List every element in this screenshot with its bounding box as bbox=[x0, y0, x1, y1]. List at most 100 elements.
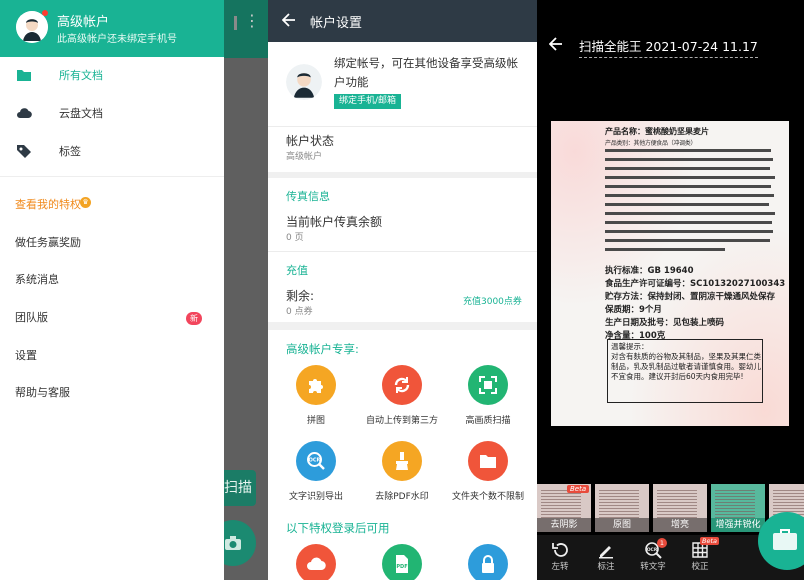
tool-label: 标注 bbox=[597, 562, 615, 572]
drawer-item-cloud-docs[interactable]: 云盘文档 bbox=[0, 95, 224, 131]
cloud-icon bbox=[17, 108, 32, 119]
cloud-icon bbox=[307, 557, 326, 571]
hd-scan-icon bbox=[479, 376, 497, 394]
doc-notice-box: 温馨提示： 对含有麸质的谷物及其制品，坚果及其果仁类 制品，乳及乳制品过敏者请谨… bbox=[607, 339, 763, 403]
feature-cloud[interactable] bbox=[271, 544, 361, 580]
bind-phone-email-button[interactable]: 绑定手机/邮箱 bbox=[334, 94, 402, 109]
recharge-section-title: 充值 bbox=[286, 264, 308, 277]
pdf-icon: PDF bbox=[396, 555, 408, 573]
user-avatar-icon bbox=[286, 64, 322, 100]
doc-batch: 生产日期及批号：见包装上喷码 bbox=[605, 318, 725, 328]
puzzle-icon bbox=[309, 379, 323, 393]
status-title: 帐户状态 bbox=[286, 134, 335, 148]
drawer-item-privileges[interactable]: 查看我的特权 ♛ bbox=[0, 186, 224, 222]
feature-unlimited-folders[interactable]: 文件夹个数不限制 bbox=[443, 441, 533, 502]
feature-label: 文字识别导出 bbox=[288, 492, 343, 502]
feature-pdf[interactable]: PDF bbox=[357, 544, 447, 580]
back-arrow-icon[interactable] bbox=[282, 13, 296, 27]
feature-label: 文件夹个数不限制 bbox=[451, 492, 524, 502]
navigation-drawer: 高级帐户 此高级帐户还未绑定手机号 所有文档 云盘文档 标签 查看我的特权 ♛ … bbox=[0, 0, 224, 580]
drawer-item-team[interactable]: 团队版 新 bbox=[0, 299, 224, 335]
drawer-item-label: 帮助与客服 bbox=[15, 386, 70, 399]
rotate-left-button[interactable]: 左转 bbox=[540, 541, 580, 572]
recharge-section: 充值 剩余: 0 点券 bbox=[268, 252, 537, 322]
feature-remove-watermark[interactable]: 去除PDF水印 bbox=[357, 441, 447, 502]
drawer-item-tasks[interactable]: 做任务赢奖励 bbox=[0, 224, 224, 260]
ocr-button[interactable]: OCR 1 转文字 bbox=[633, 538, 673, 572]
feature-label: 高画质扫描 bbox=[465, 416, 511, 426]
drawer-item-help[interactable]: 帮助与客服 bbox=[0, 374, 224, 410]
doc-storage: 贮存方法：保持封闭、置阴凉干燥通风处保存 bbox=[605, 292, 776, 302]
drawer-item-label: 查看我的特权 bbox=[15, 198, 81, 211]
remaining-value: 0 点券 bbox=[286, 307, 313, 317]
account-type-title: 高级帐户 bbox=[57, 15, 110, 30]
fax-section: 传真信息 当前帐户传真余额 0 页 bbox=[268, 178, 537, 251]
doc-product-name: 产品名称：蜜桃酸奶坚果麦片 bbox=[605, 127, 709, 136]
drawer-item-tags[interactable]: 标签 bbox=[0, 133, 224, 169]
annotate-button[interactable]: 标注 bbox=[586, 541, 626, 572]
back-arrow-icon[interactable] bbox=[549, 37, 563, 51]
feature-label: 自动上传到第三方 bbox=[365, 416, 438, 426]
drawer-item-settings[interactable]: 设置 bbox=[0, 337, 224, 373]
drawer-header[interactable]: 高级帐户 此高级帐户还未绑定手机号 bbox=[0, 0, 224, 57]
login-section-title: 以下特权登录后可用 bbox=[286, 521, 390, 535]
folder-icon bbox=[480, 455, 496, 468]
filter-label: 原图 bbox=[595, 518, 649, 532]
premium-section-title: 高级帐户专享: bbox=[286, 342, 359, 356]
avatar bbox=[286, 64, 322, 100]
remaining-title: 剩余: bbox=[286, 289, 315, 303]
feature-lock[interactable] bbox=[443, 544, 533, 580]
feature-hd-scan[interactable]: 高画质扫描 bbox=[443, 365, 533, 426]
correct-button[interactable]: Beta 校正 bbox=[680, 537, 720, 572]
doc-standard: 执行标准：GB 19640 bbox=[605, 266, 694, 276]
drawer-item-label: 做任务赢奖励 bbox=[15, 236, 81, 249]
account-status-row: 帐户状态 高级帐户 bbox=[268, 127, 537, 172]
account-bind-hint: 此高级帐户还未绑定手机号 bbox=[57, 34, 177, 45]
account-settings-screen: 帐户设置 绑定帐号，可在其他设备享受高级帐户功能 绑定手机/邮箱 帐户状态 高级… bbox=[268, 0, 537, 580]
drawer-item-label: 标签 bbox=[59, 145, 81, 158]
filter-original[interactable]: 原图 bbox=[595, 484, 649, 532]
drawer-item-label: 云盘文档 bbox=[59, 107, 103, 120]
filter-label: 增亮 bbox=[653, 518, 707, 532]
scanner-screen: 扫描全能王 2021-07-24 11.17 产品名称：蜜桃酸奶坚果麦片 产品类… bbox=[537, 0, 804, 580]
filter-label: 去阴影 bbox=[537, 518, 591, 532]
premium-features-section: 高级帐户专享: 拼图 自动上传到第三方 高画质扫描 OCR 文字识别导出 去除P… bbox=[268, 330, 537, 580]
filter-brighten[interactable]: 增亮 bbox=[653, 484, 707, 532]
feature-label: 拼图 bbox=[306, 416, 325, 426]
bind-prompt: 绑定帐号，可在其他设备享受高级帐户功能 bbox=[334, 56, 518, 89]
more-menu-icon[interactable]: ⋮ bbox=[244, 13, 260, 29]
beta-badge: Beta bbox=[700, 537, 719, 545]
filter-enhance-sharpen[interactable]: 增强并锐化 bbox=[711, 484, 765, 532]
drawer-screen: ⋮ 扫描 高级帐户 此高级帐户还未绑定手机号 所有文档 云盘文档 标签 查看我的… bbox=[0, 0, 268, 580]
drawer-item-label: 所有文档 bbox=[59, 69, 103, 82]
feature-auto-upload[interactable]: 自动上传到第三方 bbox=[357, 365, 447, 426]
document-title[interactable]: 扫描全能王 2021-07-24 11.17 bbox=[579, 36, 758, 58]
background-toolbar-divider bbox=[234, 16, 237, 30]
svg-text:OCR: OCR bbox=[647, 547, 658, 553]
rotate-left-icon bbox=[552, 543, 568, 557]
drawer-item-label: 团队版 bbox=[15, 311, 48, 324]
drawer-item-all-docs[interactable]: 所有文档 bbox=[0, 57, 224, 93]
new-badge: 新 bbox=[186, 312, 202, 325]
feature-puzzle[interactable]: 拼图 bbox=[271, 365, 361, 426]
svg-text:OCR: OCR bbox=[309, 458, 321, 464]
feature-label: 去除PDF水印 bbox=[375, 492, 429, 502]
drawer-item-messages[interactable]: 系统消息 bbox=[0, 261, 224, 297]
recharge-link[interactable]: 充值3000点券 bbox=[463, 294, 522, 307]
ocr-count-badge: 1 bbox=[657, 538, 667, 548]
doc-notice-line: 对含有麸质的谷物及其制品，坚果及其果仁类 bbox=[611, 352, 761, 361]
drawer-item-label: 系统消息 bbox=[15, 273, 59, 286]
filter-remove-shadow[interactable]: Beta 去阴影 bbox=[537, 484, 591, 532]
doc-notice-line: 不宜食用。建议开封后60天内食用完毕! bbox=[611, 372, 744, 381]
doc-license: 食品生产许可证编号：SC10132027100343 bbox=[605, 279, 786, 289]
ocr-icon: OCR bbox=[307, 452, 325, 470]
pen-icon bbox=[599, 546, 613, 559]
bind-account-card[interactable]: 绑定帐号，可在其他设备享受高级帐户功能 绑定手机/邮箱 bbox=[268, 42, 537, 126]
crown-icon: ♛ bbox=[80, 197, 91, 208]
doc-ingredients-text bbox=[605, 149, 775, 251]
sync-icon bbox=[394, 377, 410, 393]
feature-ocr-export[interactable]: OCR 文字识别导出 bbox=[271, 441, 361, 502]
doc-notice-title: 温馨提示： bbox=[611, 342, 649, 351]
scanned-document-image: 产品名称：蜜桃酸奶坚果麦片 产品类别：其他方便食品（冲调类） 执行标准：GB 1… bbox=[551, 121, 789, 426]
doc-shelf-life: 保质期：9个月 bbox=[605, 305, 662, 315]
